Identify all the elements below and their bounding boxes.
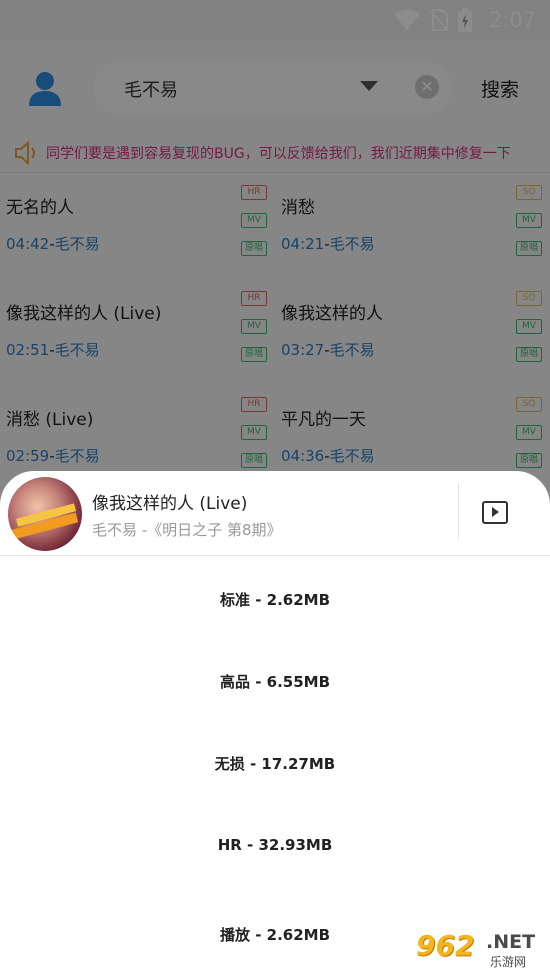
- album-cover: [8, 477, 82, 551]
- sheet-header: 像我这样的人 (Live) 毛不易 -《明日之子 第8期》: [0, 471, 550, 556]
- watermark-cn: 乐游网: [490, 955, 527, 969]
- download-options-sheet: 像我这样的人 (Live) 毛不易 -《明日之子 第8期》 标准 - 2.62M…: [0, 471, 550, 979]
- sheet-song-title: 像我这样的人 (Live): [92, 494, 248, 514]
- watermark-net: .NET: [486, 931, 536, 953]
- sheet-song-subtitle: 毛不易 -《明日之子 第8期》: [92, 521, 282, 539]
- option-standard[interactable]: 标准 - 2.62MB: [0, 589, 550, 610]
- option-hr[interactable]: HR - 32.93MB: [0, 836, 550, 854]
- play-icon: [492, 507, 499, 517]
- play-mv-button[interactable]: [482, 501, 508, 524]
- watermark-number: 962: [416, 929, 475, 962]
- site-watermark: 962 .NET 乐游网: [410, 925, 548, 973]
- divider: [458, 483, 459, 539]
- option-high-quality[interactable]: 高品 - 6.55MB: [0, 671, 550, 692]
- option-lossless[interactable]: 无损 - 17.27MB: [0, 753, 550, 774]
